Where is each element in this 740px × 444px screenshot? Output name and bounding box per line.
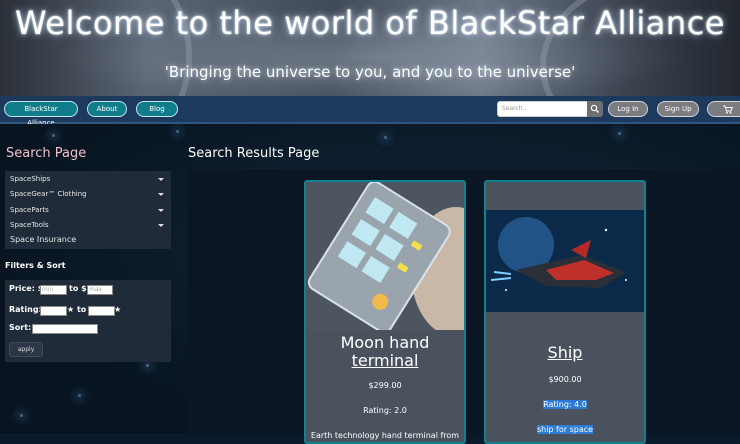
rating-label: Rating:: [9, 305, 42, 314]
price-max-input[interactable]: max: [87, 285, 113, 295]
search-button[interactable]: [587, 101, 603, 117]
product-price: $900.00: [548, 375, 582, 384]
product-rating: Rating: 4.0: [486, 400, 644, 409]
home-button[interactable]: BlackStar Alliance: [4, 101, 78, 127]
search-icon: [590, 104, 599, 113]
product-description: ship for space: [486, 425, 644, 434]
rating-star-icon: ★: [114, 305, 122, 314]
sort-select[interactable]: [32, 324, 98, 334]
product-image: [306, 182, 464, 330]
product-card[interactable]: Ship $900.00 Rating: 4.0 ship for space: [484, 180, 646, 444]
sort-label: Sort:: [9, 323, 32, 332]
category-spaceparts[interactable]: SpaceParts: [10, 206, 49, 214]
price-to-label: to $: [69, 284, 87, 293]
background-star: [384, 136, 387, 139]
background-star: [20, 414, 23, 417]
background-star: [618, 132, 621, 135]
product-description: Earth technology hand terminal from: [310, 431, 460, 440]
site-tagline: 'Bringing the universe to you, and you t…: [164, 63, 576, 81]
chevron-down-icon[interactable]: [158, 193, 164, 196]
category-spacegear-clothing[interactable]: SpaceGear™ Clothing: [10, 190, 87, 198]
cart-button[interactable]: [707, 101, 740, 117]
rating-min-stepper[interactable]: [40, 306, 67, 316]
navbar: BlackStar Alliance About Blog Search.. L…: [0, 96, 740, 127]
price-label: Price: $: [9, 284, 44, 293]
search-input[interactable]: Search..: [497, 101, 591, 117]
product-card[interactable]: Moon hand terminal $299.00 Rating: 2.0 E…: [304, 180, 466, 444]
sidebar-title: Search Page: [6, 146, 87, 161]
product-image: [486, 210, 644, 312]
category-spacetools[interactable]: SpaceTools: [10, 221, 49, 229]
rating-max-stepper[interactable]: [88, 306, 115, 316]
hero-banner: Welcome to the world of BlackStar Allian…: [0, 0, 740, 96]
product-link[interactable]: Ship: [486, 344, 644, 362]
main-area: Search Page SpaceShips SpaceGear™ Clothi…: [0, 124, 740, 444]
product-price: $299.00: [368, 381, 402, 390]
results-title: Search Results Page: [188, 146, 320, 161]
login-button[interactable]: Log In: [608, 101, 648, 117]
chevron-down-icon[interactable]: [158, 224, 164, 227]
category-spaceships[interactable]: SpaceShips: [10, 175, 50, 183]
product-link[interactable]: terminal: [306, 352, 464, 370]
chevron-down-icon[interactable]: [158, 209, 164, 212]
chevron-down-icon[interactable]: [158, 178, 164, 181]
filters-title: Filters & Sort: [5, 261, 66, 270]
filter-panel: Price: $ min to $ max Rating: ★ to ★ Sor…: [5, 280, 171, 362]
background-star: [52, 134, 55, 137]
site-title: Welcome to the world of BlackStar Allian…: [15, 4, 725, 42]
signup-button[interactable]: Sign Up: [657, 101, 699, 117]
product-description-text: ship for space: [536, 425, 594, 434]
background-star: [78, 394, 81, 397]
product-name: Moon hand: [340, 333, 430, 352]
background-star: [176, 130, 179, 133]
about-button[interactable]: About: [87, 101, 127, 117]
apply-button[interactable]: apply: [9, 342, 43, 357]
rating-to-label: ★ to: [67, 305, 87, 314]
cart-icon: [723, 105, 733, 114]
product-rating: Rating: 2.0: [363, 406, 407, 415]
background-star: [146, 364, 149, 367]
category-list: SpaceShips SpaceGear™ Clothing SpacePart…: [5, 171, 171, 249]
category-space-insurance[interactable]: Space Insurance: [10, 235, 76, 244]
product-rating-text: Rating: 4.0: [543, 400, 587, 409]
blog-button[interactable]: Blog: [136, 101, 178, 117]
price-min-input[interactable]: min: [40, 285, 67, 295]
